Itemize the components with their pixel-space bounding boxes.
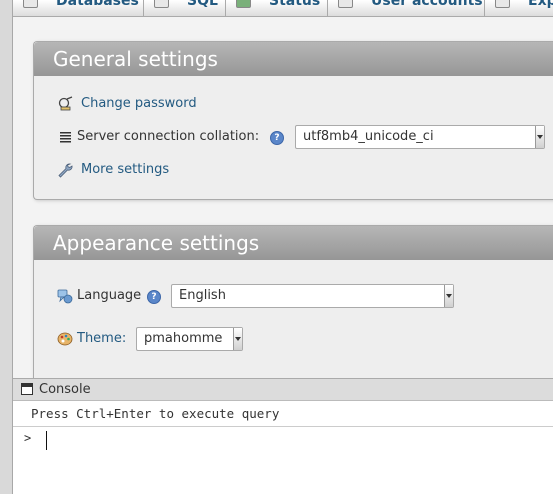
tab-label: Status	[269, 0, 321, 9]
collation-row: Server connection collation: ? utf8mb4_u…	[34, 125, 553, 149]
console-title: Console	[39, 382, 91, 397]
change-password-link[interactable]: Change password	[81, 92, 197, 116]
theme-row: Theme: pmahomme	[34, 327, 553, 351]
chevron-down-icon	[444, 285, 453, 307]
more-settings-row: More settings	[34, 158, 553, 182]
language-row: Language ? English	[34, 284, 553, 308]
tab-label: Databases	[56, 0, 139, 9]
theme-label: Theme:	[77, 331, 127, 346]
appearance-settings-title: Appearance settings	[34, 226, 553, 260]
language-select-value: English	[179, 288, 226, 303]
sql-icon	[154, 0, 169, 8]
tab-label: User accounts	[371, 0, 483, 9]
user-accounts-icon	[338, 0, 353, 8]
theme-select[interactable]: pmahomme	[136, 327, 243, 351]
theme-select-value: pmahomme	[144, 331, 223, 346]
top-tab-bar: Databases SQL Status User accounts Exp	[13, 0, 553, 17]
console-icon	[21, 382, 33, 395]
collation-list-icon	[60, 132, 71, 143]
collation-label: Server connection collation:	[77, 129, 260, 144]
database-icon	[23, 0, 38, 8]
language-icon	[57, 289, 73, 304]
main-content: Databases SQL Status User accounts Exp G…	[13, 0, 553, 378]
console-panel: Console Press Ctrl+Enter to execute quer…	[13, 378, 553, 494]
general-settings-panel: General settings Change password Server …	[33, 41, 553, 200]
chevron-down-icon	[535, 126, 544, 148]
more-settings-link[interactable]: More settings	[81, 158, 169, 182]
language-help-icon[interactable]: ?	[147, 290, 161, 304]
tab-sql[interactable]: SQL	[144, 0, 226, 16]
change-password-icon	[58, 96, 73, 111]
tab-databases[interactable]: Databases	[13, 0, 144, 16]
left-frame-border	[0, 0, 13, 494]
console-toggle-bar[interactable]: Console	[13, 378, 553, 401]
collation-help-icon[interactable]: ?	[270, 131, 284, 145]
console-prompt-symbol: >	[24, 431, 32, 445]
console-hint-message: Press Ctrl+Enter to execute query	[31, 406, 280, 421]
language-label: Language	[77, 288, 142, 303]
palette-icon	[57, 332, 73, 346]
general-settings-title: General settings	[34, 42, 553, 76]
tab-label: SQL	[187, 0, 218, 9]
console-divider	[13, 426, 553, 427]
collation-select[interactable]: utf8mb4_unicode_ci	[295, 125, 545, 149]
language-select[interactable]: English	[171, 284, 454, 308]
tab-status[interactable]: Status	[226, 0, 328, 16]
chevron-down-icon	[233, 328, 242, 350]
collation-select-value: utf8mb4_unicode_ci	[303, 129, 434, 144]
export-icon	[495, 0, 510, 8]
console-query-input[interactable]	[46, 431, 47, 450]
tab-export[interactable]: Exp	[485, 0, 553, 16]
status-icon	[236, 0, 251, 8]
appearance-settings-panel: Appearance settings Language ? English T…	[33, 225, 553, 378]
tab-user-accounts[interactable]: User accounts	[328, 0, 485, 16]
wrench-icon	[58, 163, 73, 178]
tab-label: Exp	[528, 0, 553, 9]
change-password-row: Change password	[34, 92, 553, 116]
